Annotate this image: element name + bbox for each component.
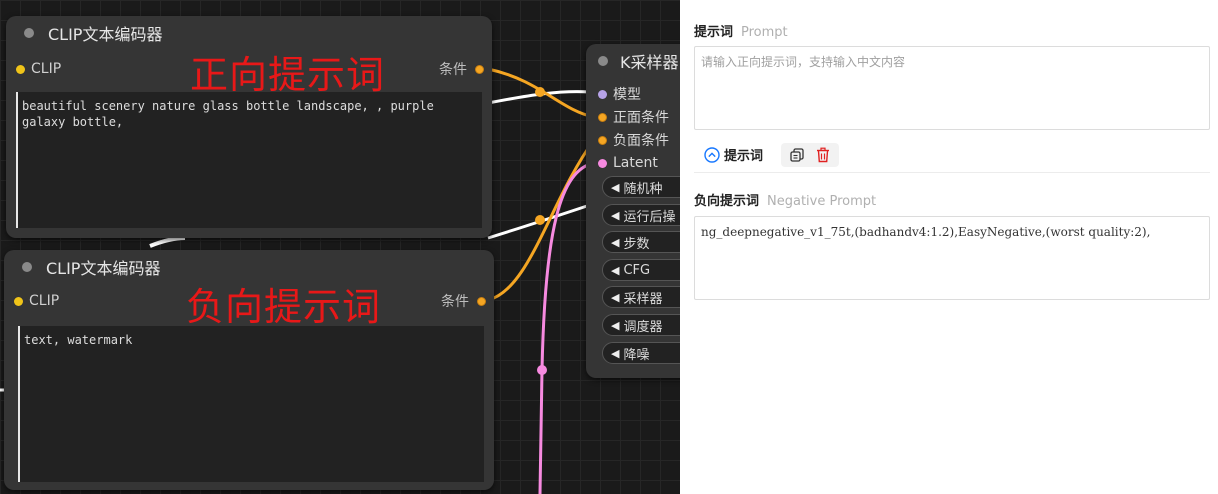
widget-seed[interactable]: ◀ 随机种 [602,176,680,198]
widget-label: 调度器 [623,319,663,335]
node-title: CLIP文本编码器 [46,259,161,278]
widget-label: 随机种 [623,181,663,197]
node-title: K采样器 [620,53,679,72]
slot-label: 模型 [613,87,641,103]
slot-dot-icon[interactable] [598,89,607,99]
positive-prompt-annotation: 正向提示词 [190,53,386,97]
slot-label: Latent [613,155,658,171]
slot-label: 负面条件 [613,133,669,149]
prompt-toolbar: 提示词 [694,137,1210,173]
conditioning-output-slot[interactable]: 条件 [439,59,484,79]
copy-icon[interactable] [789,147,805,163]
node-title: CLIP文本编码器 [48,25,163,44]
negative-section-title: 负向提示词 Negative Prompt [694,190,876,209]
widget-scheduler[interactable]: ◀ 调度器 [602,314,680,336]
negative-prompt-textarea[interactable]: text, watermark [18,326,484,482]
collapse-dot-icon[interactable] [22,262,32,272]
widget-cfg[interactable]: ◀ CFG [602,259,680,281]
slot-dot-icon[interactable] [475,64,484,74]
model-input-slot[interactable]: 模型 [598,83,641,105]
prompt-title-en: Prompt [741,25,788,40]
positive-input-slot[interactable]: 正面条件 [598,106,669,128]
widget-control-after-generate[interactable]: ◀ 运行后操 [602,204,680,226]
slot-dot-icon[interactable] [16,64,25,74]
negative-title: 负向提示词 [694,194,760,209]
slot-dot-icon[interactable] [477,296,486,306]
collapse-dot-icon[interactable] [598,56,608,66]
prompt-panel: 提示词 Prompt 请输入正向提示词，支持输入中文内容 提示词 负向提示词 N… [680,0,1218,494]
slot-label: 条件 [441,294,469,310]
clip-input-slot[interactable]: CLIP [14,293,59,309]
widget-steps[interactable]: ◀ 步数 [602,231,680,253]
widget-sampler[interactable]: ◀ 采样器 [602,286,680,308]
positive-prompt-input[interactable]: 请输入正向提示词，支持输入中文内容 [694,46,1210,130]
arrow-left-icon[interactable]: ◀ [611,209,619,222]
negative-input-slot[interactable]: 负面条件 [598,129,669,151]
prompt-action-group [781,142,840,167]
arrow-left-icon[interactable]: ◀ [611,181,619,194]
slot-label: CLIP [29,293,60,309]
chevron-up-circle-icon [704,146,720,163]
conditioning-output-slot[interactable]: 条件 [441,291,486,311]
slot-dot-icon[interactable] [598,135,607,145]
widget-label: 运行后操 [623,209,676,225]
node-canvas[interactable]: CLIP文本编码器 CLIP 条件 beautiful scenery natu… [0,0,680,494]
toggle-label: 提示词 [724,149,764,164]
arrow-left-icon[interactable]: ◀ [611,347,619,360]
node-title-bar[interactable]: K采样器 [586,44,680,78]
negative-prompt-input[interactable]: ng_deepnegative_v1_75t,(badhandv4:1.2),E… [694,216,1210,300]
arrow-left-icon[interactable]: ◀ [611,319,619,332]
slot-label: 正面条件 [613,110,669,126]
slot-dot-icon[interactable] [598,158,607,168]
arrow-left-icon[interactable]: ◀ [611,236,619,249]
slot-dot-icon[interactable] [14,296,23,306]
slot-label: CLIP [31,61,62,77]
widget-label: 降噪 [623,347,650,363]
positive-prompt-textarea[interactable]: beautiful scenery nature glass bottle la… [16,92,482,228]
trash-icon[interactable] [815,147,831,163]
prompt-title: 提示词 [694,25,734,40]
negative-prompt-annotation: 负向提示词 [186,285,382,329]
widget-label: CFG [623,262,651,278]
ksampler-node[interactable]: K采样器 模型 正面条件 负面条件 Latent ◀ 随机种 ◀ 运行后操 ◀ … [586,44,680,378]
negative-title-en: Negative Prompt [767,194,877,209]
collapse-dot-icon[interactable] [24,28,34,38]
slot-dot-icon[interactable] [598,112,607,122]
latent-input-slot[interactable]: Latent [598,152,658,174]
widget-denoise[interactable]: ◀ 降噪 [602,342,680,364]
widget-label: 步数 [623,236,650,252]
prompt-toggle-button[interactable]: 提示词 [704,145,763,164]
clip-input-slot[interactable]: CLIP [16,61,61,77]
arrow-left-icon[interactable]: ◀ [611,291,619,304]
arrow-left-icon[interactable]: ◀ [611,264,619,277]
slot-label: 条件 [439,62,467,78]
prompt-section-title: 提示词 Prompt [694,21,788,40]
widget-label: 采样器 [623,291,663,307]
